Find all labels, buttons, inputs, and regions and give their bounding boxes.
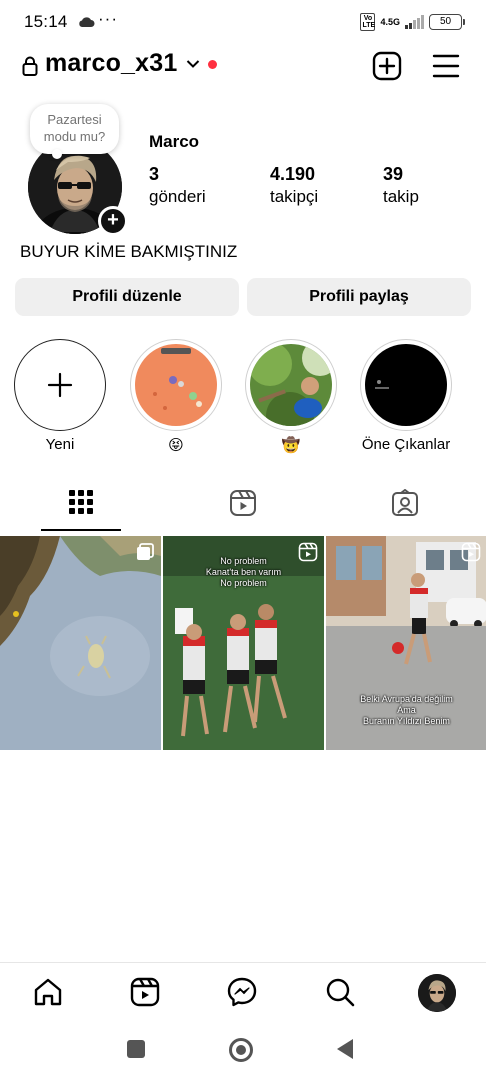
stat-label: gönderi [149, 187, 206, 206]
highlight-new[interactable]: Yeni [14, 339, 106, 453]
highlight-cover [135, 344, 217, 426]
battery-icon: 50 [429, 14, 465, 30]
reel-indicator-icon [461, 542, 481, 562]
status-time: 15:14 [24, 12, 68, 31]
notification-dot [208, 60, 217, 69]
reels-icon [230, 490, 256, 516]
cloud-icon [79, 17, 95, 27]
grid-icon [69, 490, 93, 514]
following-count[interactable]: 39 takip [383, 163, 419, 209]
recents-button[interactable] [127, 1040, 145, 1058]
profile-avatar[interactable]: + [28, 140, 128, 236]
tab-posts[interactable] [0, 486, 162, 532]
stat-value: 3 [149, 164, 160, 184]
system-navigation-bar [0, 1024, 486, 1080]
highlight-item[interactable]: 🤠 [245, 339, 337, 454]
search-icon[interactable] [323, 975, 357, 1009]
plus-icon [47, 372, 73, 398]
tagged-person-icon [392, 489, 418, 516]
profile-tabs [0, 486, 486, 532]
stat-label: takip [383, 187, 419, 206]
add-story-badge[interactable]: + [98, 206, 128, 236]
post-thumbnail[interactable]: No problem Kanat'ta ben varım No problem [163, 536, 324, 750]
chevron-down-icon[interactable] [186, 59, 200, 69]
posts-count[interactable]: 3 gönderi [149, 163, 206, 209]
signal-icon [405, 15, 424, 29]
volte-icon: Vo LTE [360, 13, 376, 31]
tab-reels[interactable] [162, 486, 324, 532]
profile-avatar-icon[interactable] [418, 974, 456, 1012]
display-name: Marco [149, 132, 200, 151]
network-type: 4.5G [380, 16, 400, 27]
home-icon[interactable] [31, 975, 65, 1009]
overlay-text: Belki Avrupa'da değilim Ama Buranın Yıld… [360, 694, 453, 726]
note-text: Pazartesi modu mu? [43, 112, 106, 144]
post-thumbnail[interactable]: Belki Avrupa'da değilim Ama Buranın Yıld… [326, 536, 486, 750]
highlight-item[interactable]: 😝 [130, 339, 222, 454]
bio-text: BUYUR KİME BAKMIŞTINIZ [20, 242, 238, 261]
tab-tagged[interactable] [324, 486, 486, 532]
highlight-label: Yeni [45, 436, 75, 453]
note-bubble[interactable]: Pazartesi modu mu? [30, 104, 119, 159]
edit-profile-button[interactable]: Profili düzenle [15, 278, 239, 316]
highlight-new-circle [14, 339, 106, 431]
followers-count[interactable]: 4.190 takipçi [270, 163, 318, 209]
stat-label: takipçi [270, 187, 319, 206]
share-profile-button[interactable]: Profili paylaş [247, 278, 471, 316]
carousel-icon [137, 543, 154, 560]
reel-indicator-icon [298, 542, 318, 562]
posts-grid: No problem Kanat'ta ben varım No problem [0, 536, 486, 750]
back-button[interactable] [337, 1039, 353, 1059]
highlight-label: Öne Çıkanlar [361, 436, 451, 453]
overlay-text: No problem Kanat'ta ben varım No problem [205, 556, 282, 588]
post-thumbnail[interactable] [0, 536, 161, 750]
profile-header: marco_x31 [0, 44, 486, 88]
lock-icon [22, 56, 38, 76]
battery-level: 50 [439, 16, 452, 27]
reels-icon[interactable] [128, 975, 162, 1009]
hamburger-menu-icon[interactable] [432, 53, 460, 79]
post-caption-overlay: Belki Avrupa'da değilim Ama Buranın Yıld… [326, 694, 486, 727]
stat-value: 39 [383, 164, 404, 184]
messenger-icon[interactable] [225, 975, 259, 1009]
create-plus-icon[interactable] [372, 51, 402, 81]
active-tab-indicator [41, 529, 121, 531]
status-more-dots: ··· [98, 9, 118, 28]
username-switcher[interactable]: marco_x31 [45, 49, 177, 78]
highlight-item[interactable]: Öne Çıkanlar [360, 339, 452, 453]
highlight-label: 😝 [168, 437, 184, 454]
stat-value: 4.190 [270, 164, 316, 184]
home-button[interactable] [229, 1038, 253, 1062]
highlight-cover [365, 344, 447, 426]
highlight-cover [250, 344, 332, 426]
highlight-label: 🤠 [281, 437, 301, 454]
bottom-navigation [0, 962, 486, 1024]
status-bar: 15:14 ··· Vo LTE 4.5G 50 [0, 0, 486, 44]
